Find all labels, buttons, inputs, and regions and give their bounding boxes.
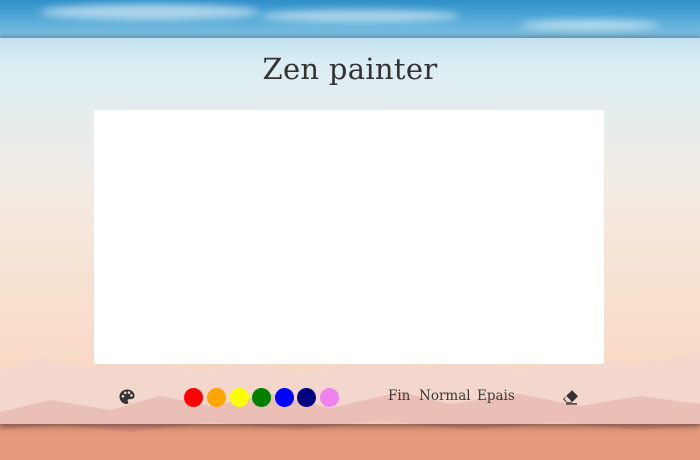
app-title: Zen painter: [262, 52, 438, 86]
color-swatch-red[interactable]: [184, 388, 203, 407]
color-swatch-yellow[interactable]: [230, 388, 249, 407]
color-swatch-orange[interactable]: [207, 388, 226, 407]
cloud-decoration: [40, 4, 260, 20]
color-swatch-blue[interactable]: [275, 388, 294, 407]
color-swatch-green[interactable]: [252, 388, 271, 407]
color-swatch-navy[interactable]: [297, 388, 316, 407]
toolbar: Fin Normal Epais: [0, 384, 700, 410]
brush-size-fin-button[interactable]: Fin: [388, 388, 410, 404]
drawing-canvas[interactable]: [94, 110, 604, 364]
eraser-icon[interactable]: [562, 389, 579, 405]
cloud-decoration: [520, 20, 660, 30]
palette-icon[interactable]: [118, 388, 136, 406]
brush-size-epais-button[interactable]: Epais: [477, 388, 515, 404]
cloud-decoration: [260, 10, 460, 22]
brush-size-normal-button[interactable]: Normal: [419, 388, 471, 404]
color-swatch-violet[interactable]: [320, 388, 339, 407]
